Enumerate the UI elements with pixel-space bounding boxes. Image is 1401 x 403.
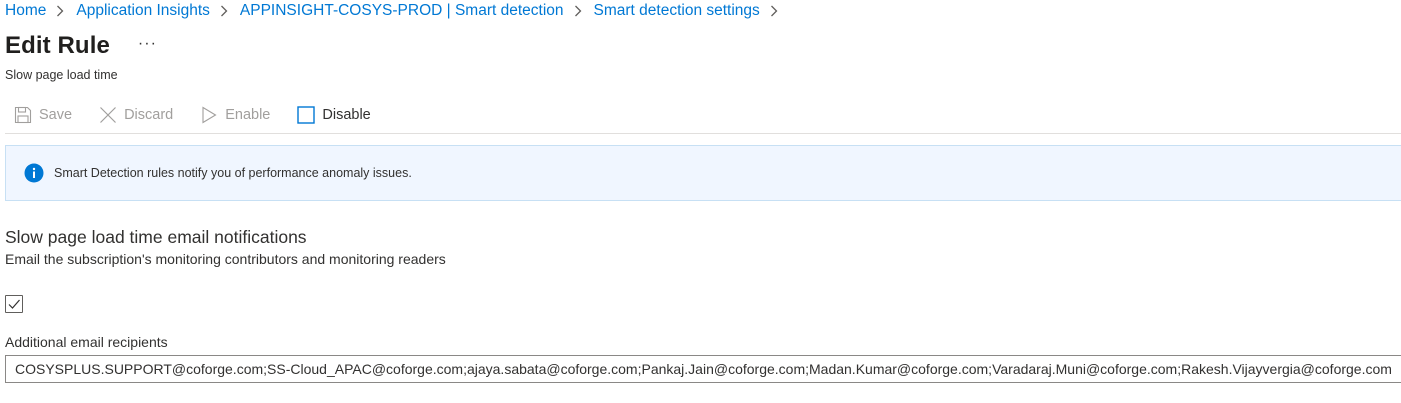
info-icon [24,163,44,183]
checkmark-icon [8,299,20,309]
save-icon [13,105,33,125]
discard-label: Discard [124,107,174,123]
save-button[interactable]: Save [5,105,72,125]
edit-rule-page: Home Application Insights APPINSIGHT-COS… [0,0,1401,403]
command-bar: Save Discard Enable Disable [5,100,389,130]
additional-recipients-input[interactable] [5,355,1401,383]
breadcrumb-smart-detection-settings[interactable]: Smart detection settings [594,2,760,20]
save-label: Save [39,107,73,123]
breadcrumb-home[interactable]: Home [5,2,46,20]
discard-button[interactable]: Discard [90,105,173,125]
play-icon [199,105,219,125]
breadcrumb: Home Application Insights APPINSIGHT-COS… [5,0,790,22]
close-icon [98,105,118,125]
email-contributors-checkbox[interactable] [5,295,23,313]
toolbar-divider [5,133,1401,134]
info-banner: Smart Detection rules notify you of perf… [5,145,1401,201]
chevron-right-icon [56,5,66,17]
more-options-button[interactable]: ··· [138,36,157,56]
chevron-right-icon [220,5,230,17]
info-banner-text: Smart Detection rules notify you of perf… [54,166,412,180]
page-subtitle: Slow page load time [5,68,118,82]
enable-label: Enable [225,107,271,123]
checkbox-empty-icon [296,105,316,125]
disable-button[interactable]: Disable [288,105,371,125]
page-title: Edit Rule [5,32,110,59]
breadcrumb-smart-detection[interactable]: APPINSIGHT-COSYS-PROD | Smart detection [240,2,564,20]
email-notifications-heading: Slow page load time email notifications [5,227,307,247]
enable-button[interactable]: Enable [191,105,270,125]
title-row: Edit Rule ··· [5,32,157,60]
chevron-right-icon [770,5,780,17]
breadcrumb-application-insights[interactable]: Application Insights [76,2,210,20]
chevron-right-icon [574,5,584,17]
additional-recipients-label: Additional email recipients [5,334,168,350]
email-notifications-description: Email the subscription's monitoring cont… [5,251,446,267]
disable-label: Disable [322,107,371,123]
